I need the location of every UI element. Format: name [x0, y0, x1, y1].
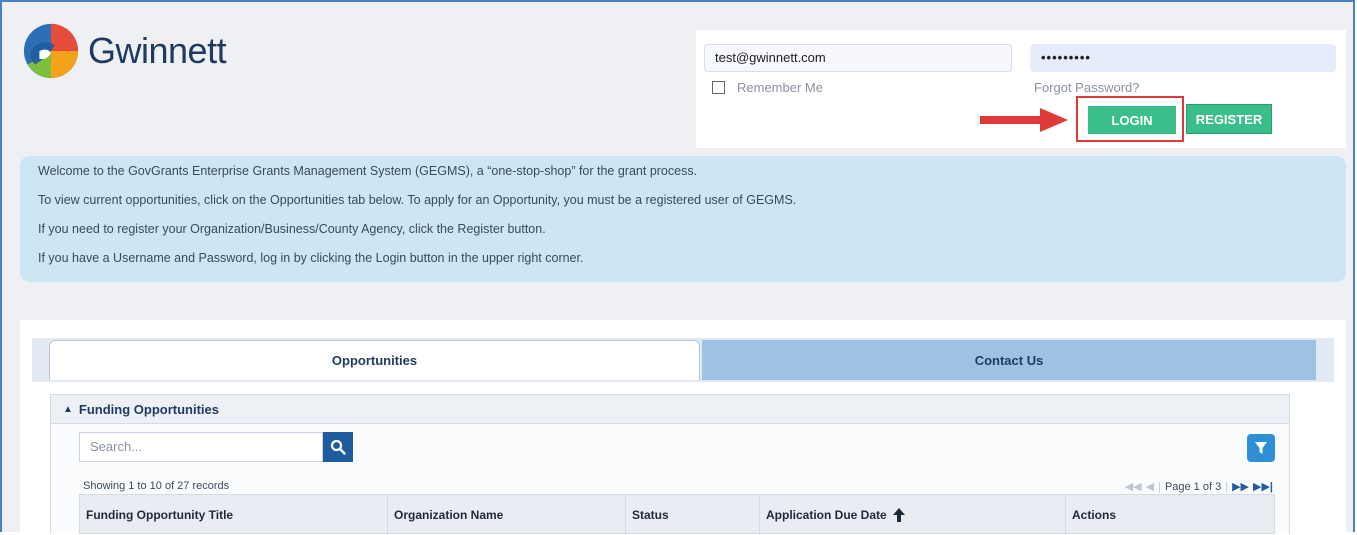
remember-me-checkbox[interactable] [712, 81, 725, 94]
main-panel: Opportunities Contact Us ▲ Funding Oppor… [20, 320, 1346, 535]
page: Gwinnett test@gwinnett.com ••••••••• Rem… [0, 0, 1355, 535]
remember-me-label: Remember Me [737, 80, 823, 95]
collapse-triangle-icon: ▲ [63, 403, 73, 415]
forgot-password-link[interactable]: Forgot Password? [1034, 80, 1140, 95]
funding-opportunities-header[interactable]: ▲ Funding Opportunities [50, 394, 1290, 424]
remember-me[interactable]: Remember Me [712, 80, 823, 95]
tab-content: ▲ Funding Opportunities Search... Showin… [32, 382, 1334, 535]
table-header-row: Funding Opportunity Title Organization N… [79, 494, 1276, 535]
register-button[interactable]: REGISTER [1186, 104, 1272, 134]
email-field[interactable]: test@gwinnett.com [704, 44, 1012, 72]
filter-button[interactable] [1247, 434, 1275, 462]
welcome-banner: Welcome to the GovGrants Enterprise Gran… [20, 156, 1346, 282]
col-organization-name[interactable]: Organization Name [388, 495, 626, 535]
records-count: Showing 1 to 10 of 27 records [83, 480, 230, 492]
red-arrow-icon [980, 108, 1068, 132]
pager: ◀◀ ◀ | Page 1 of 3 | ▶▶ ▶▶| [1124, 480, 1273, 494]
col-application-due-date[interactable]: Application Due Date [760, 495, 1066, 535]
tab-contact-us[interactable]: Contact Us [702, 340, 1316, 380]
welcome-line-2: To view current opportunities, click on … [38, 193, 797, 207]
welcome-line-4: If you have a Username and Password, log… [38, 251, 584, 265]
login-panel: test@gwinnett.com ••••••••• Remember Me … [696, 30, 1346, 148]
welcome-line-1: Welcome to the GovGrants Enterprise Gran… [38, 164, 698, 178]
password-field[interactable]: ••••••••• [1030, 44, 1336, 72]
tabs-container: Opportunities Contact Us ▲ Funding Oppor… [32, 338, 1334, 535]
gwinnett-logo[interactable]: Gwinnett [22, 22, 227, 80]
col-status[interactable]: Status [626, 495, 760, 535]
welcome-line-3: If you need to register your Organizatio… [38, 222, 546, 236]
brand-name: Gwinnett [88, 30, 227, 71]
filter-icon [1255, 442, 1267, 454]
col-application-due-date-label: Application Due Date [766, 508, 887, 522]
first-page-icon[interactable]: ◀◀ [1125, 480, 1142, 493]
page-indicator: Page 1 of 3 [1164, 480, 1222, 493]
search-input[interactable]: Search... [79, 432, 323, 462]
last-page-icon[interactable]: ▶▶| [1253, 480, 1273, 493]
search-button[interactable] [323, 432, 353, 462]
login-button[interactable]: LOGIN [1088, 106, 1176, 134]
tab-opportunities[interactable]: Opportunities [49, 340, 700, 380]
search-icon [330, 439, 346, 455]
funding-opportunities-body: Search... Showing 1 to 10 of 27 records [50, 424, 1290, 535]
gwinnett-logo-icon [23, 23, 79, 79]
section-title: Funding Opportunities [78, 401, 219, 417]
sort-up-arrow-icon [892, 508, 905, 522]
col-funding-opportunity-title[interactable]: Funding Opportunity Title [80, 495, 388, 535]
next-page-icon[interactable]: ▶▶ [1232, 480, 1249, 493]
prev-page-icon[interactable]: ◀ [1146, 480, 1154, 493]
col-actions[interactable]: Actions [1066, 495, 1276, 535]
